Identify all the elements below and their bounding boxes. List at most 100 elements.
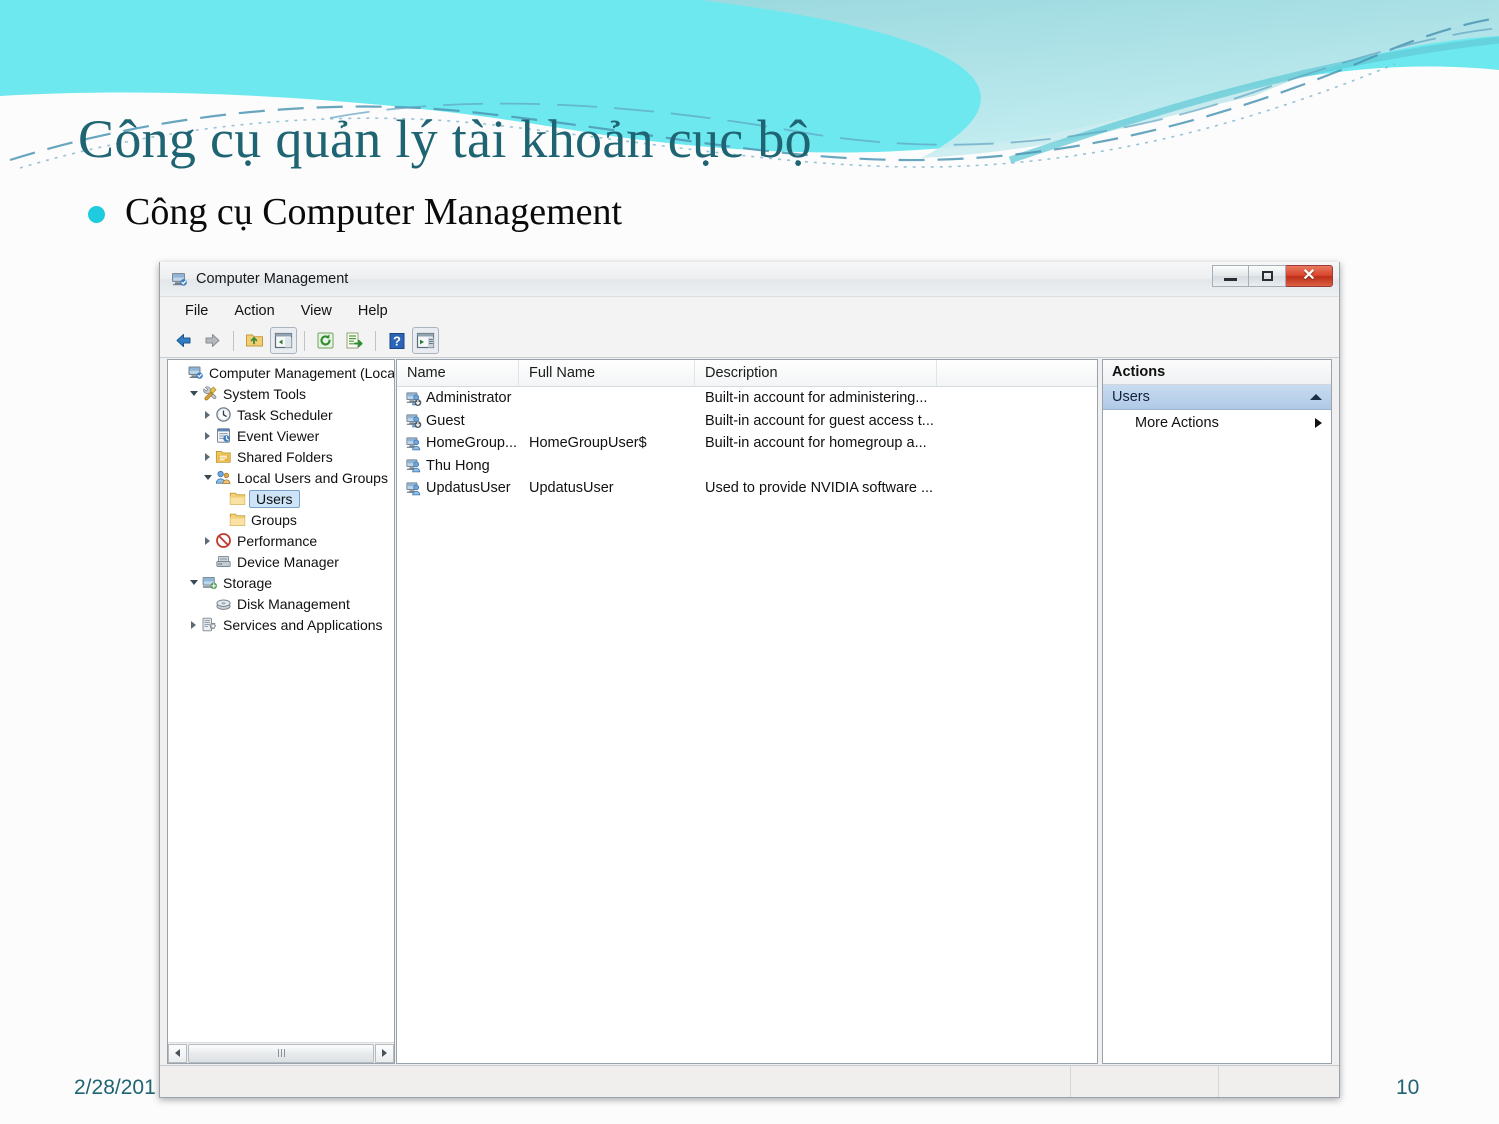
column-header-name[interactable]: Name [397,360,519,386]
tree-item-services-and-applications[interactable]: Services and Applications [168,614,394,635]
folder-icon [229,490,246,507]
menu-item-file[interactable]: File [174,300,219,322]
tree-item-label: Groups [251,511,297,528]
action-more-actions[interactable]: More Actions [1103,410,1331,436]
cell-name: HomeGroup... [397,435,519,452]
collapse-arrow-icon[interactable] [200,475,215,480]
scrollbar-thumb[interactable] [188,1043,374,1063]
svg-text:?: ? [393,333,401,348]
tree-item-label: Computer Management (Local [209,364,395,381]
user-icon [405,457,422,474]
up-folder-icon[interactable] [241,327,268,354]
menu-bar: File Action View Help [160,296,1339,324]
cell-description: Built-in account for guest access t... [705,412,934,429]
menu-item-help[interactable]: Help [347,300,399,322]
status-bar-section-2 [1219,1066,1339,1097]
scroll-right-button[interactable] [375,1043,394,1063]
table-row[interactable]: HomeGroup... HomeGroupUser$ Built-in accou… [397,432,1097,455]
tree-item-shared-folders[interactable]: Shared Folders [168,446,394,467]
cell-name: Guest [397,412,519,429]
chevron-right-icon [1315,418,1322,428]
close-button[interactable]: ✕ [1286,265,1333,287]
scroll-left-button[interactable] [168,1043,187,1063]
expand-arrow-icon[interactable] [200,431,215,440]
user-name-label: Guest [426,412,465,429]
tree-item-disk-management[interactable]: Disk Management [168,593,394,614]
users-groups-icon [215,469,232,486]
refresh-icon[interactable] [312,327,339,354]
tree-item-system-tools[interactable]: System Tools [168,383,394,404]
tree-item-label: Shared Folders [237,448,333,465]
tree-item-label: Event Viewer [237,427,320,444]
expand-arrow-icon[interactable] [200,536,215,545]
maximize-button[interactable] [1249,265,1286,287]
forward-icon[interactable] [199,327,226,354]
expand-arrow-icon[interactable] [186,620,201,629]
cell-full-name: UpdatusUser [529,480,614,497]
cell-name: UpdatusUser [397,480,519,497]
back-icon[interactable] [170,327,197,354]
column-header-full-name[interactable]: Full Name [519,360,695,386]
show-action-pane-icon[interactable] [412,327,439,354]
bullet-dot-icon [88,206,105,223]
tree-item-event-viewer[interactable]: Event Viewer [168,425,394,446]
show-hide-tree-icon[interactable] [270,327,297,354]
tree-item-performance[interactable]: Performance [168,530,394,551]
action-label: More Actions [1135,415,1219,431]
page-title: Công cụ quản lý tài khoản cục bộ [78,109,812,169]
user-icon [405,480,422,497]
tree-item-label: Storage [223,574,273,591]
toolbar-separator [233,330,234,351]
column-header-description[interactable]: Description [695,360,937,386]
toolbar-separator [375,330,376,351]
minimize-button[interactable] [1212,265,1249,287]
column-header-blank[interactable] [937,360,1097,386]
tree-item-computer-management-local[interactable]: Computer Management (Local [168,362,394,383]
collapse-caret-up-icon[interactable] [1310,394,1322,400]
folder-icon [229,511,246,528]
user-disabled-icon [405,390,422,407]
expand-arrow-icon[interactable] [200,410,215,419]
expand-arrow-icon[interactable] [200,452,215,461]
footer-date: 2/28/201 [74,1076,156,1099]
tree-item-task-scheduler[interactable]: Task Scheduler [168,404,394,425]
storage-icon [201,574,218,591]
users-list-pane: Name Full Name Description Administrator… [396,359,1098,1064]
table-row[interactable]: Thu Hong [397,455,1097,478]
tree-horizontal-scrollbar[interactable] [168,1042,394,1063]
computer-management-icon [172,273,187,286]
menu-item-view[interactable]: View [290,300,343,322]
window-titlebar[interactable]: Computer Management ✕ [160,262,1339,296]
computer-management-window: Computer Management ✕ File Action View H… [159,262,1340,1098]
services-icon [201,616,218,633]
shared-folders-icon [215,448,232,465]
actions-pane-title: Actions [1103,360,1331,385]
footer-page-number: 10 [1396,1076,1420,1099]
export-list-icon[interactable] [341,327,368,354]
table-row[interactable]: Guest Built-in account for guest access t… [397,410,1097,433]
status-bar-message [160,1066,1071,1097]
table-row[interactable]: Administrator Built-in account for admini… [397,387,1097,410]
collapse-arrow-icon[interactable] [186,391,201,396]
table-row[interactable]: UpdatusUser UpdatusUser Used to provide NV… [397,477,1097,500]
help-icon[interactable]: ? [383,327,410,354]
status-bar [160,1065,1339,1097]
tree-item-label: Users [249,489,300,508]
computer-icon [187,364,204,381]
toolbar: ? [160,324,1339,358]
tree-item-local-users-and-groups[interactable]: Local Users and Groups [168,467,394,488]
cell-name: Administrator [397,390,519,407]
actions-group-users[interactable]: Users [1103,385,1331,410]
collapse-arrow-icon[interactable] [186,580,201,585]
actions-group-label: Users [1112,389,1150,405]
performance-icon [215,532,232,549]
user-disabled-icon [405,412,422,429]
tree-item-groups[interactable]: Groups [168,509,394,530]
disk-management-icon [215,595,232,612]
tree-item-device-manager[interactable]: Device Manager [168,551,394,572]
menu-item-action[interactable]: Action [223,300,285,322]
tree-item-label: Task Scheduler [237,406,333,423]
tree-item-storage[interactable]: Storage [168,572,394,593]
tree-item-users[interactable]: Users [168,488,394,509]
tree-item-label: Device Manager [237,553,339,570]
